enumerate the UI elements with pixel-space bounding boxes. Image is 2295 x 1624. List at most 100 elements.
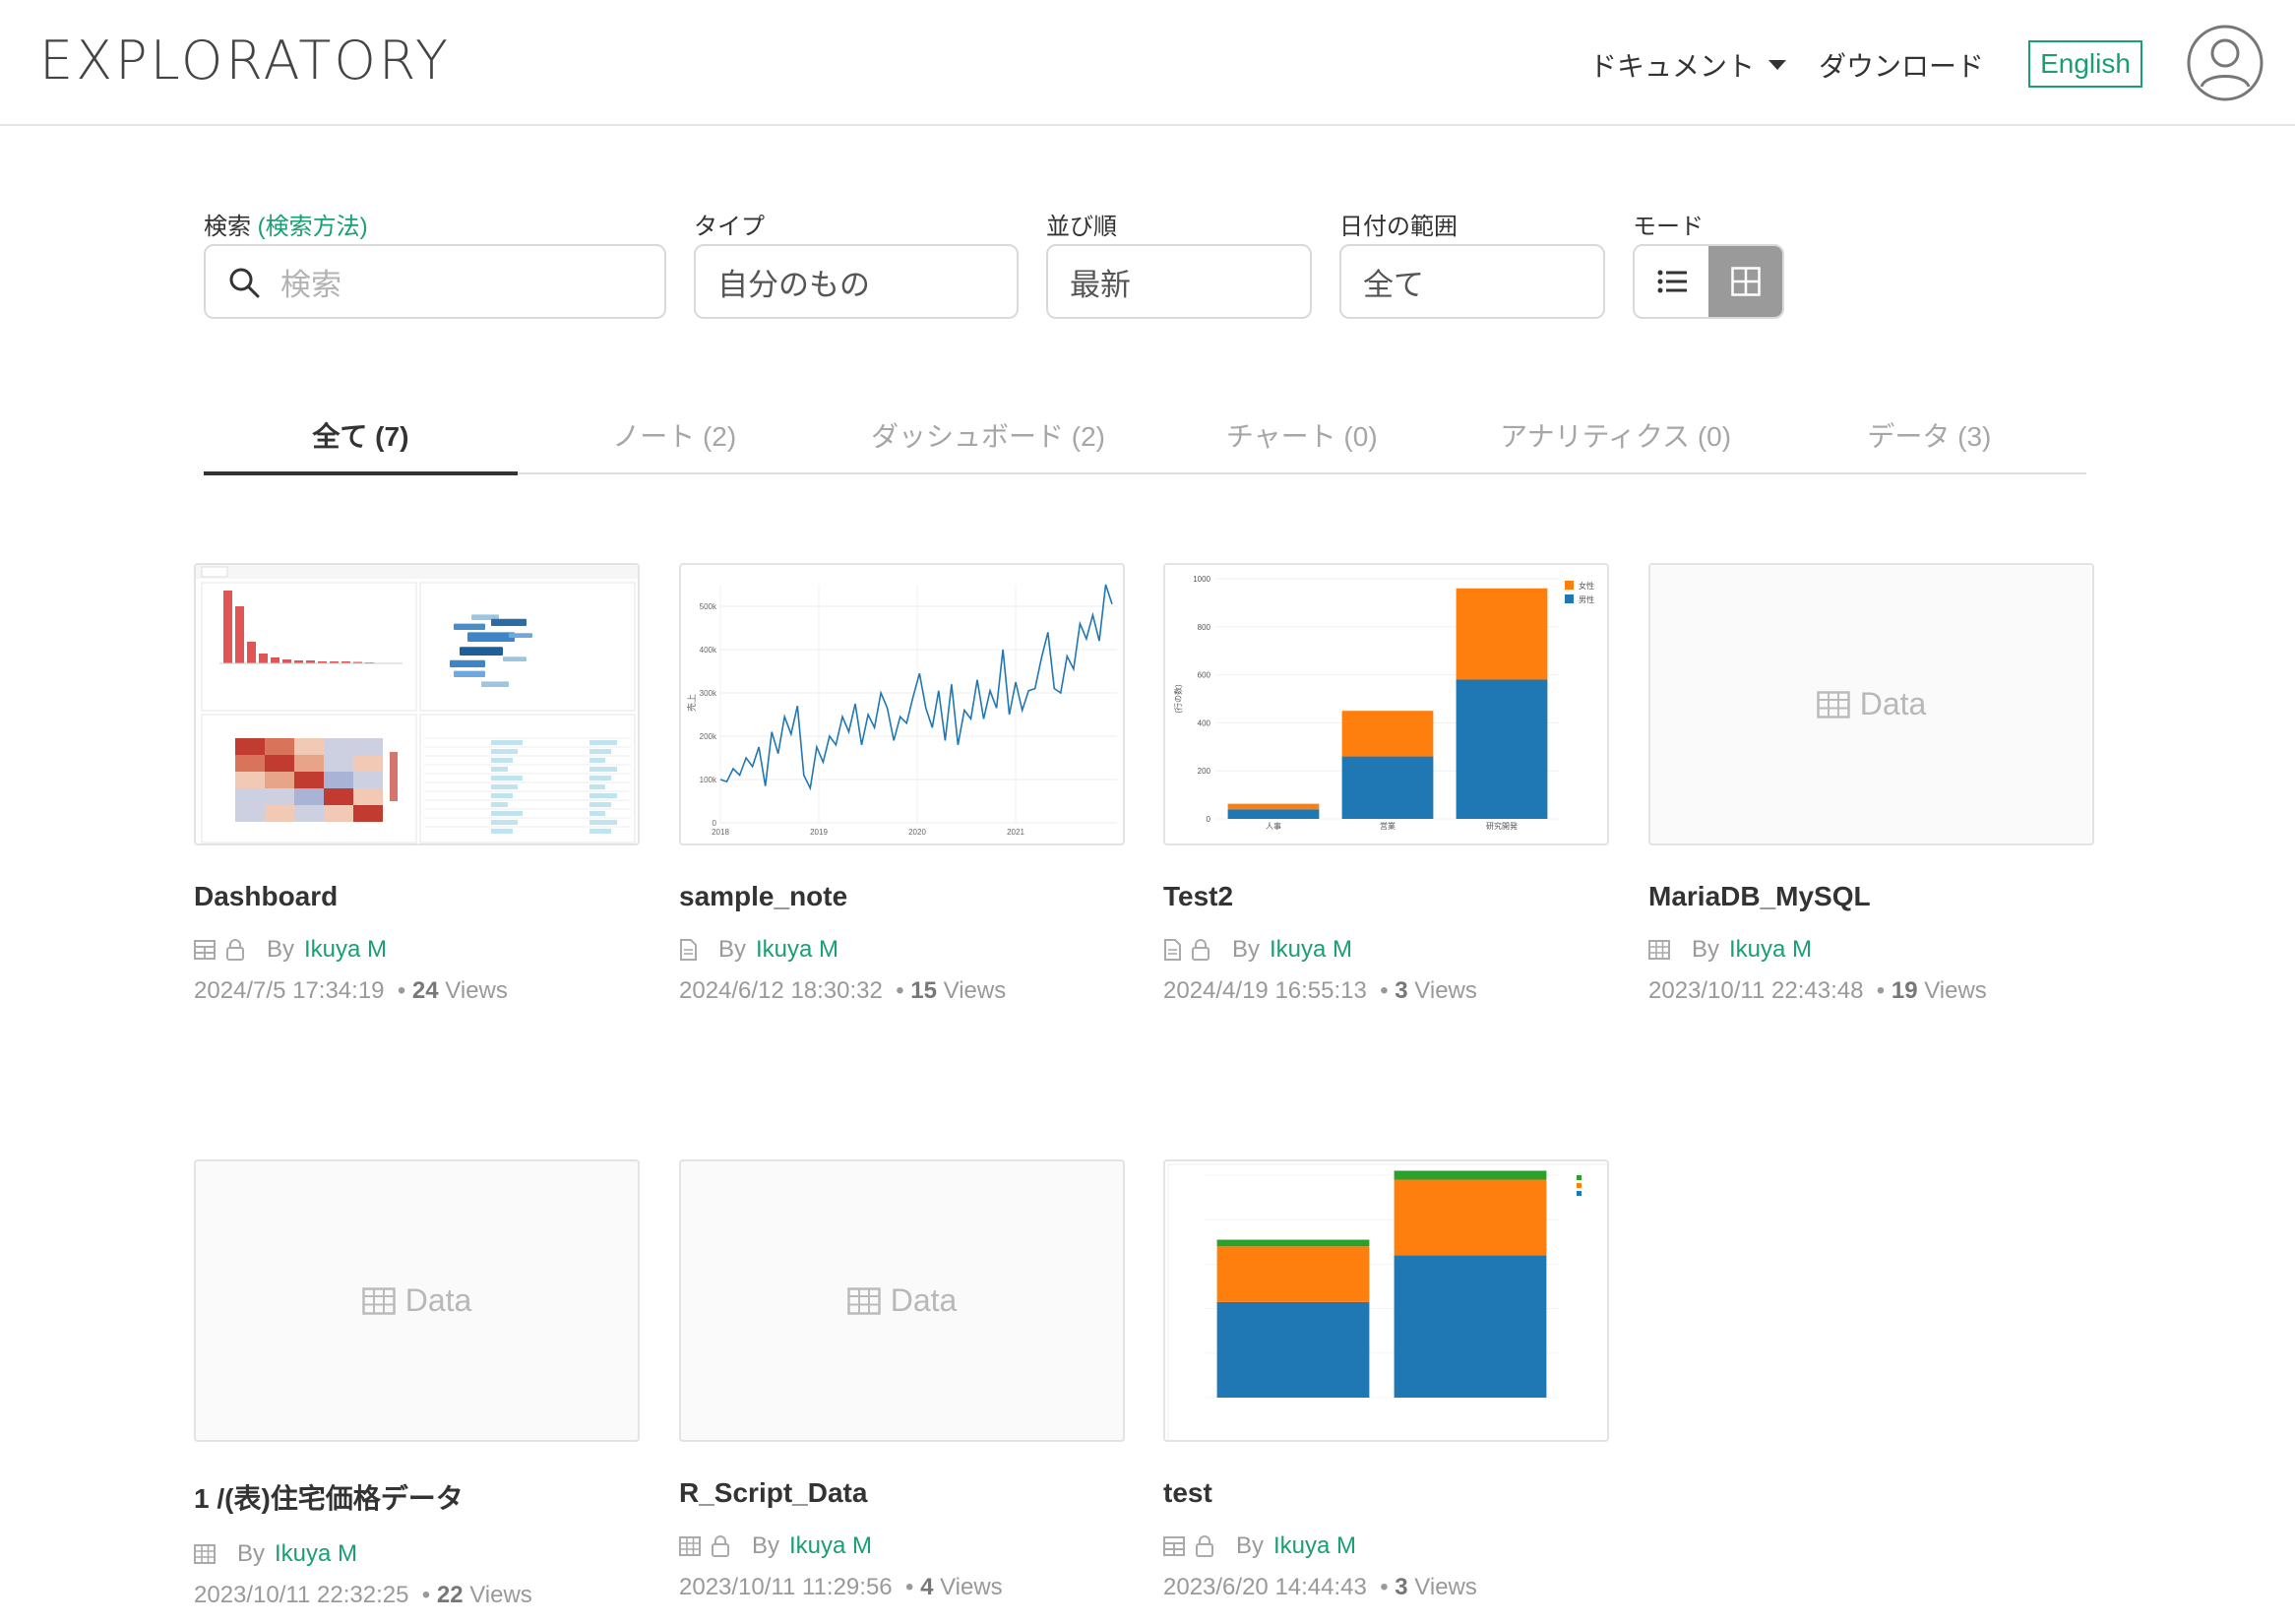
- y-tick-label: 0: [1207, 815, 1211, 824]
- heatmap-cell: [294, 788, 324, 805]
- table-icon: [1648, 940, 1670, 960]
- dashboard-thumbnail[interactable]: [194, 563, 640, 845]
- item-card: 0 100k 200k 300k 400k 500k 売上 2018 2019 2020 2021 …: [679, 563, 1125, 1005]
- lock-icon: [1196, 1535, 1213, 1557]
- legend-swatch: [1577, 1183, 1582, 1188]
- author-link[interactable]: Ikuya M: [1270, 936, 1352, 964]
- app-logo[interactable]: EXPLORATORY: [39, 30, 451, 92]
- x-tick-label: 2019: [810, 828, 828, 837]
- y-tick-label: 400k: [700, 646, 717, 655]
- download-link[interactable]: ダウンロード: [1819, 45, 1984, 85]
- sort-select[interactable]: 最新: [1046, 244, 1312, 319]
- item-stats: 2023/10/11 22:32:25 • 22 Views: [194, 1582, 532, 1608]
- table-bar-cell: [589, 802, 611, 807]
- grid-mode-button[interactable]: [1708, 246, 1782, 317]
- x-tick-label: 2020: [908, 828, 926, 837]
- x-tick-label: 2018: [712, 828, 729, 837]
- dashboard-preview: [196, 565, 638, 843]
- heatmap-cell: [294, 755, 324, 772]
- table-bar-cell: [491, 829, 513, 834]
- table-bar-cell: [491, 776, 523, 781]
- legend-label: 女性: [1579, 581, 1594, 591]
- search-help-link[interactable]: (検索方法): [258, 214, 368, 240]
- heatmap-cell: [235, 738, 265, 755]
- heatmap-cell: [353, 755, 383, 772]
- item-title[interactable]: MariaDB_MySQL: [1648, 881, 2094, 912]
- word-cloud-word: [491, 618, 527, 626]
- mode-label: モード: [1633, 214, 1704, 240]
- heatmap-cell: [324, 738, 353, 755]
- table-bar-cell: [491, 784, 518, 789]
- docs-menu[interactable]: ドキュメント: [1589, 45, 1787, 85]
- table-bar-cell: [491, 767, 508, 772]
- search-input[interactable]: 検索: [204, 244, 666, 319]
- word-cloud-word: [467, 632, 515, 642]
- item-card: Data R_Script_Data By Ikuya M 2023/10/11…: [679, 1159, 1125, 1601]
- tab-notes[interactable]: ノート (2): [518, 406, 832, 472]
- legend-swatch: [1577, 1191, 1582, 1196]
- heatmap-cell: [235, 805, 265, 822]
- item-meta: By Ikuya M: [1163, 1532, 1609, 1560]
- author-link[interactable]: Ikuya M: [1273, 1532, 1356, 1560]
- list-mode-button[interactable]: [1635, 246, 1708, 317]
- bar-chart-thumbnail[interactable]: 0 200 400 600 800 1000 (行の数) 人事 営業 研究開発 女性 男性: [1163, 563, 1609, 845]
- x-tick-label: 2021: [1007, 828, 1024, 837]
- y-tick-label: 200k: [700, 732, 717, 741]
- x-tick-label: 人事: [1266, 821, 1281, 831]
- data-thumbnail[interactable]: Data: [1648, 563, 2094, 845]
- views-label: Views: [943, 977, 1007, 1004]
- legend-swatch: [1565, 581, 1574, 590]
- data-placeholder-label: Data: [404, 1282, 472, 1318]
- word-cloud-word: [481, 681, 509, 687]
- table-bar-cell: [491, 811, 523, 816]
- table-bar-cell: [491, 749, 518, 754]
- grid-icon: [1730, 267, 1761, 296]
- date-range-select[interactable]: 全て: [1339, 244, 1605, 319]
- item-meta: By Ikuya M: [194, 936, 640, 964]
- view-count: 4: [920, 1574, 934, 1600]
- table-bar-cell: [589, 749, 611, 754]
- author-link[interactable]: Ikuya M: [304, 936, 387, 964]
- item-title[interactable]: sample_note: [679, 881, 1125, 912]
- author-link[interactable]: Ikuya M: [789, 1532, 872, 1560]
- data-thumbnail[interactable]: Data: [194, 1159, 640, 1442]
- data-placeholder-label: Data: [890, 1282, 958, 1318]
- table-bar-cell: [491, 758, 513, 763]
- tab-data[interactable]: データ (3): [1772, 406, 2086, 472]
- view-count: 3: [1395, 1574, 1408, 1600]
- language-button[interactable]: English: [2028, 40, 2142, 88]
- item-title[interactable]: 1 /(表)住宅価格データ: [194, 1477, 640, 1517]
- heatmap-cell: [235, 788, 265, 805]
- item-title[interactable]: test: [1163, 1477, 1609, 1509]
- table-bar-cell: [491, 793, 513, 798]
- x-tick-label: 研究開発: [1486, 821, 1518, 831]
- bar-segment: [1227, 803, 1320, 810]
- tab-dashboards[interactable]: ダッシュボード (2): [832, 406, 1146, 472]
- tab-charts[interactable]: チャート (0): [1145, 406, 1458, 472]
- y-tick-label: 500k: [700, 602, 717, 611]
- item-title[interactable]: Dashboard: [194, 881, 640, 912]
- table-bar-cell: [589, 811, 605, 816]
- line-chart-thumbnail[interactable]: 0 100k 200k 300k 400k 500k 売上 2018 2019 2020 2021: [679, 563, 1125, 845]
- x-tick-label: 営業: [1380, 821, 1396, 831]
- type-select[interactable]: 自分のもの: [694, 244, 1019, 319]
- tab-all[interactable]: 全て (7): [204, 406, 518, 475]
- tab-analytics[interactable]: アナリティクス (0): [1458, 406, 1772, 472]
- bar-chart-thumbnail[interactable]: [1163, 1159, 1609, 1442]
- author-link[interactable]: Ikuya M: [756, 936, 838, 964]
- view-count: 3: [1395, 977, 1408, 1004]
- table-bar-cell: [491, 740, 523, 745]
- heatmap-legend: [390, 752, 398, 801]
- y-tick-label: 400: [1198, 718, 1211, 727]
- user-avatar-icon[interactable]: [2186, 24, 2264, 102]
- table-bar-cell: [491, 802, 508, 807]
- heatmap-cell: [353, 788, 383, 805]
- author-link[interactable]: Ikuya M: [275, 1540, 357, 1568]
- item-date: 2023/6/20 14:44:43: [1163, 1574, 1367, 1600]
- item-title[interactable]: Test2: [1163, 881, 1609, 912]
- item-title[interactable]: R_Script_Data: [679, 1477, 1125, 1509]
- heatmap-cell: [294, 738, 324, 755]
- heatmap-cell: [353, 805, 383, 822]
- data-thumbnail[interactable]: Data: [679, 1159, 1125, 1442]
- author-link[interactable]: Ikuya M: [1729, 936, 1812, 964]
